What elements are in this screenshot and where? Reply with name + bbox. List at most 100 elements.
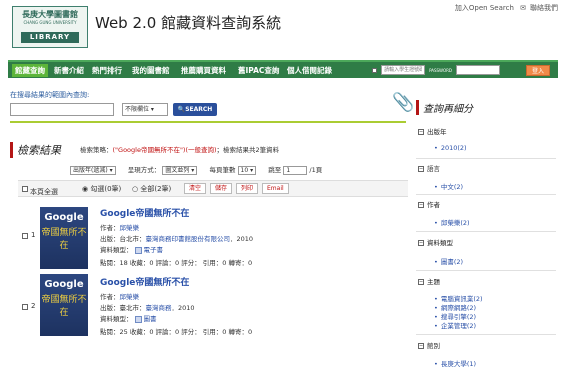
- result-title-link[interactable]: Google帝國無所不在: [100, 275, 189, 288]
- result-checkbox[interactable]: [22, 233, 28, 239]
- bulk-action-bar: 本頁全選 ◉ 勾選(0筆) ○ 全部(2筆) 清空 儲存 列印 Email: [18, 180, 408, 197]
- collapse-icon: −: [418, 343, 424, 349]
- type-label: 資料類型：: [100, 315, 133, 323]
- select-page-checkbox[interactable]: [22, 186, 28, 192]
- facet-item-label: 企業管理(2): [440, 322, 477, 330]
- facet-subject[interactable]: − 主題: [418, 276, 440, 286]
- type-link[interactable]: 圖書: [144, 315, 157, 323]
- email-button[interactable]: Email: [262, 183, 289, 194]
- save-button[interactable]: 儲存: [210, 183, 233, 194]
- result-title-link[interactable]: Google帝國無所不在: [100, 206, 189, 219]
- library-logo[interactable]: 長庚大學圖書館 CHANG GUNG UNIVERSITY LIBRARY: [12, 6, 88, 48]
- cover-title-cn: 帝國無所不在: [41, 228, 87, 251]
- field-select-value: 不限欄位: [125, 106, 150, 113]
- facet-item-label: 圖書(2): [440, 258, 464, 266]
- radio-checked[interactable]: ◉ 勾選(0筆): [82, 184, 121, 194]
- password-input[interactable]: [456, 65, 500, 75]
- jump-page-input[interactable]: 1: [283, 166, 308, 175]
- password-label: PASSWORD: [429, 67, 452, 73]
- book-icon: [134, 315, 142, 323]
- facet-item[interactable]: • 圖書(2): [434, 256, 463, 266]
- per-page-label: 每頁筆數: [209, 166, 236, 174]
- bullet-icon: •: [434, 144, 438, 152]
- logo-english-name: CHANG GUNG UNIVERSITY: [23, 20, 77, 25]
- radio-all[interactable]: ○ 全部(2筆): [132, 184, 171, 194]
- clear-button[interactable]: 清空: [184, 183, 207, 194]
- jump-suffix: /1頁: [309, 166, 323, 174]
- facet-label: 館別: [427, 342, 440, 350]
- facet-label: 出版年: [427, 128, 447, 136]
- result-type: 資料類型： 電子書: [100, 244, 163, 254]
- facet-item-label: 邱榮樂(2): [440, 219, 470, 227]
- facet-divider: [416, 194, 556, 195]
- login-area: PASSWORD: [372, 65, 500, 75]
- nav-item-my-library[interactable]: 我的圖書館: [132, 65, 170, 76]
- per-page-select-value: 10: [240, 167, 249, 174]
- nav-item-recommend[interactable]: 推薦購買資料: [181, 65, 226, 76]
- main-nav: 館藏查詢 新書介紹 熱門排行 我的圖書館 推薦購買資料 舊IPAC查詢 個人借閱…: [8, 60, 558, 78]
- book-cover[interactable]: Google 帝國無所不在: [40, 207, 88, 269]
- publisher-link[interactable]: 臺灣商務: [146, 304, 172, 312]
- facet-item[interactable]: • 長庚大學(1): [434, 358, 476, 368]
- search-button[interactable]: 🔍SEARCH: [173, 103, 217, 116]
- collapse-icon: −: [418, 129, 424, 135]
- print-button[interactable]: 列印: [236, 183, 259, 194]
- select-page-label: 本頁全選: [30, 188, 58, 196]
- author-link[interactable]: 邱榮樂: [120, 224, 140, 232]
- nav-item-popular[interactable]: 熱門排行: [92, 65, 122, 76]
- book-cover[interactable]: Google 帝國無所不在: [40, 274, 88, 336]
- mail-icon: ✉: [520, 4, 526, 12]
- nav-item-new-books[interactable]: 新書介紹: [54, 65, 84, 76]
- facet-language[interactable]: − 語言: [418, 163, 440, 173]
- facet-branch[interactable]: − 館別: [418, 340, 440, 350]
- per-page-select[interactable]: 10 ▾: [237, 166, 257, 175]
- facet-label: 主題: [427, 278, 440, 286]
- facet-item[interactable]: • 企業管理(2): [434, 320, 476, 330]
- login-button[interactable]: 登入: [526, 65, 550, 76]
- bullet-icon: •: [434, 183, 438, 191]
- cover-title-en: Google: [44, 279, 84, 290]
- collapse-icon: −: [418, 279, 424, 285]
- student-id-input[interactable]: [381, 65, 426, 75]
- nav-item-borrow-history[interactable]: 個人借閱記錄: [287, 65, 332, 76]
- bullet-icon: •: [434, 360, 438, 368]
- facet-year[interactable]: − 出版年: [418, 126, 447, 136]
- facet-item[interactable]: • 2010(2): [434, 144, 467, 152]
- facet-label: 語言: [427, 165, 440, 173]
- strategy-prefix: 檢索策略：: [80, 146, 113, 154]
- jump-label: 跳至: [268, 166, 282, 174]
- results-heading: 檢索結果: [10, 142, 61, 158]
- facet-divider: [416, 231, 556, 232]
- sort-select[interactable]: 出版年(遞減) ▾: [70, 166, 116, 175]
- display-select-value: 圖文並列: [165, 167, 190, 174]
- display-select[interactable]: 圖文並列 ▾: [162, 166, 198, 175]
- result-author: 作者：邱榮樂: [100, 291, 139, 301]
- publisher-link[interactable]: 臺灣商務印書館股份有限公司: [146, 235, 231, 243]
- facet-divider: [416, 158, 556, 159]
- bullet-icon: •: [434, 258, 438, 266]
- facet-item[interactable]: • 中文(2): [434, 181, 463, 191]
- facet-type[interactable]: − 資料類型: [418, 237, 453, 247]
- author-link[interactable]: 邱榮樂: [120, 293, 140, 301]
- contact-link[interactable]: 聯絡我們: [530, 4, 558, 12]
- nav-item-old-ipac[interactable]: 舊IPAC查詢: [238, 65, 279, 76]
- cover-title-en: Google: [44, 212, 84, 223]
- login-option-icon: [372, 67, 378, 73]
- publish-year: ．2010: [230, 235, 254, 243]
- facet-author[interactable]: − 作者: [418, 199, 440, 209]
- result-type: 資料類型： 圖書: [100, 313, 157, 323]
- field-select[interactable]: 不限欄位 ▾: [122, 103, 168, 116]
- search-within-input[interactable]: [10, 103, 114, 116]
- open-search-link[interactable]: 加入Open Search: [455, 4, 514, 12]
- paperclip-icon: 📎: [392, 92, 415, 113]
- result-stats: 點閱：18 收藏：0 評論：0 評分： 引用：0 轉寄：0: [100, 259, 253, 267]
- nav-item-search[interactable]: 館藏查詢: [12, 64, 48, 77]
- refine-heading: 查詢再細分: [416, 100, 473, 115]
- facet-item[interactable]: • 邱榮樂(2): [434, 217, 470, 227]
- search-within-label: 在搜尋結果的範圍內查詢:: [10, 91, 90, 99]
- ebook-icon: [134, 246, 142, 254]
- search-strategy: 檢索策略：("Google帝國無所不在")(一般查詢)；檢索結果共2筆資料: [80, 144, 279, 154]
- type-link[interactable]: 電子書: [144, 246, 164, 254]
- result-checkbox[interactable]: [22, 304, 28, 310]
- collapse-icon: −: [418, 166, 424, 172]
